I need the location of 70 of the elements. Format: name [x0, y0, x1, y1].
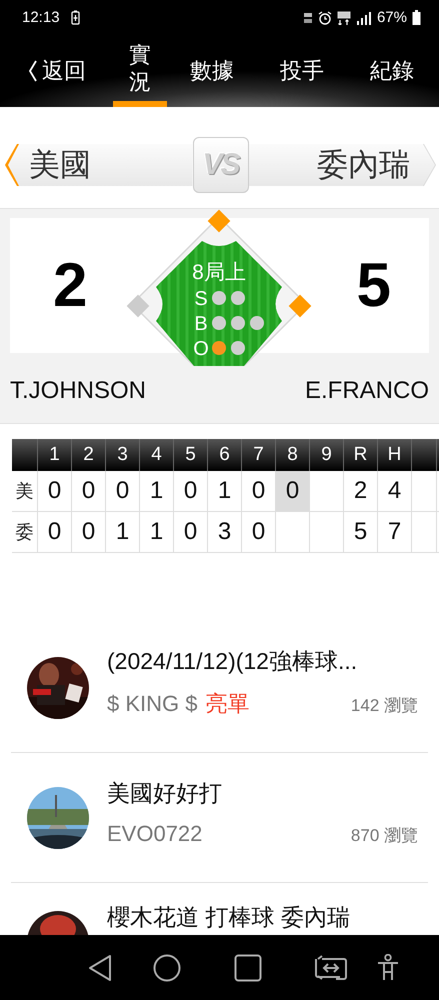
home-icon[interactable]: [153, 954, 181, 982]
column-header: H: [378, 439, 412, 471]
post-item[interactable]: (2024/11/12)(12強棒球... $ KING $ 亮單 142 瀏覽: [11, 623, 428, 753]
post-tag: 亮單: [205, 689, 250, 719]
post-title: 櫻木花道 打棒球 委內瑞: [107, 905, 351, 930]
tab[interactable]: 紀錄: [347, 35, 437, 107]
table-cell: 1: [106, 512, 140, 552]
team-name: 委內瑞: [317, 146, 410, 184]
table-cell: 4: [378, 471, 412, 511]
table-cell: 1: [140, 471, 174, 511]
table-cell: 5: [344, 512, 378, 552]
team-label: 委: [16, 523, 34, 541]
table-cell: 0: [106, 471, 140, 511]
network-icon: [336, 10, 351, 24]
post-title: 美國好好打: [107, 779, 223, 808]
alarm-icon: [318, 10, 332, 24]
count-label: O: [193, 338, 209, 360]
column-header: 1: [38, 439, 72, 471]
inning-label: 8局上: [192, 261, 246, 284]
accessibility-icon[interactable]: [377, 954, 399, 982]
author-name: EVO0722: [107, 821, 202, 847]
column-header: 3: [106, 439, 140, 471]
table-cell: 0: [174, 512, 208, 552]
column-header: 2: [72, 439, 106, 471]
view-count: 142 瀏覽: [350, 695, 418, 717]
table-cell: 0: [72, 512, 106, 552]
table-cell: 3: [208, 512, 242, 552]
table-cell: 1: [140, 512, 174, 552]
column-header: 5: [174, 439, 208, 471]
table-cell: 0: [38, 471, 72, 511]
count-label: S: [194, 288, 208, 310]
recents-icon[interactable]: [234, 954, 262, 982]
column-header: R: [344, 439, 378, 471]
tab[interactable]: 實況: [113, 35, 167, 107]
column-header: 9: [310, 439, 344, 471]
table-cell: 0: [72, 471, 106, 511]
post-title: (2024/11/12)(12強棒球...: [107, 647, 358, 676]
battery-percent: 67%: [376, 9, 407, 26]
vs-badge: VS: [192, 137, 248, 193]
team-name: 美國: [29, 146, 91, 184]
post-item[interactable]: 美國好好打 EVO0722 870 瀏覽: [11, 753, 428, 883]
battery-icon: [412, 10, 421, 25]
table-cell: 0: [276, 471, 310, 511]
status-time: 12:13: [22, 9, 60, 26]
pitcher-name: T.JOHNSON: [10, 377, 146, 405]
column-header: 6: [208, 439, 242, 471]
table-cell: 1: [208, 471, 242, 511]
tab[interactable]: 投手: [257, 35, 347, 107]
table-cell: 0: [174, 471, 208, 511]
table-cell: 0: [38, 512, 72, 552]
battery-charging-icon: [70, 10, 80, 25]
count-label: B: [194, 313, 208, 335]
team-label: 美: [16, 482, 34, 500]
switch-icon[interactable]: [314, 954, 348, 980]
pitcher-name: E.FRANCO: [304, 377, 429, 405]
column-header: 7: [242, 439, 276, 471]
score: 2: [53, 250, 88, 321]
author-name: $ KING $: [107, 691, 198, 717]
score: 5: [356, 250, 391, 321]
tab[interactable]: 數據: [167, 35, 257, 107]
table-cell: 7: [378, 512, 412, 552]
back-button[interactable]: 返回: [0, 35, 110, 107]
back-label: 返回: [42, 57, 86, 85]
view-count: 870 瀏覽: [350, 825, 418, 847]
column-header: 4: [140, 439, 174, 471]
table-cell: 0: [242, 512, 276, 552]
signal-icon: [356, 10, 372, 24]
back-icon[interactable]: [87, 954, 113, 982]
chevron-left-icon: [28, 60, 38, 82]
table-cell: 2: [344, 471, 378, 511]
